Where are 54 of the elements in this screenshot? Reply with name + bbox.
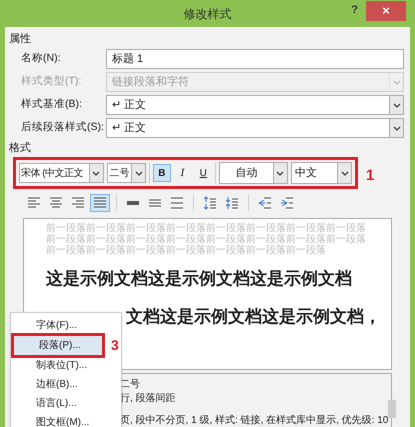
dropdown-button[interactable] [337,163,351,183]
step-number: 1 [366,166,374,186]
help-button[interactable]: ? [351,2,358,18]
field-label: 后续段落样式(S): [21,120,105,136]
align-center-icon [49,196,63,210]
bold-button[interactable]: B [152,164,171,182]
preview-sample-text: 文档这是示例文档这是示例文档， [126,306,381,328]
language-select[interactable]: 中文 [290,162,352,184]
dropdown-button[interactable] [389,119,403,137]
input-field[interactable]: ↵ 正文 [106,118,404,138]
step-number: 3 [111,336,119,355]
section-heading: 格式 [9,142,32,155]
justify-icon [93,196,107,210]
outdent-icon [258,196,272,210]
space-after-icon [225,196,239,210]
caret-icon [134,170,142,176]
field-label: 样式基准(B): [21,97,83,112]
dropdown-button[interactable] [88,164,103,182]
menu-item[interactable]: 段落(P)... [14,336,102,355]
input-field[interactable]: 标题 1 [106,49,404,69]
field-label: 名称(N): [21,51,62,66]
caret-icon [392,126,400,130]
dropdown-button[interactable] [389,96,403,114]
menu-item[interactable]: 边框(B)... [11,375,99,394]
size-select[interactable]: 二号 [106,163,146,183]
space-before-icon [203,196,217,210]
scrollbar-thumb[interactable] [388,400,396,418]
menu-item[interactable]: 语言(L)... [11,394,99,413]
close-button[interactable]: × [366,1,406,21]
font-select[interactable]: 宋体 (中文正文 [19,163,104,183]
italic-button[interactable]: I [174,164,192,182]
input-field[interactable]: ↵ 正文 [106,95,404,115]
menu-item[interactable]: 图文框(M)... [11,413,99,427]
double-icon [170,196,184,210]
color-select[interactable]: 自动 [219,162,288,184]
caret-icon [92,170,100,176]
dropdown-button[interactable] [131,164,145,182]
menu-item[interactable]: 制表位(T)... [11,356,99,375]
align-right-icon [71,196,85,210]
caret-icon [392,102,400,108]
menu-item[interactable]: 字体(F)... [11,316,99,335]
caret-icon [276,170,284,176]
indent-icon [280,196,294,210]
section-heading: 属性 [9,33,32,46]
preview-sample-text: 这是示例文档这是示例文档这是示例文档 [46,268,352,290]
align-left-icon [27,196,41,210]
field-label: 样式类型(T): [21,74,82,90]
justify-button[interactable] [90,194,110,212]
preview-previous-text: 前一段落前一段落前一段落前一段落前一段落前一段落前一段落前一段落前一段落前一段落前一段落前一段落前一段落前一段落前一段落前一段落前一段落前一段落前一段落前一段落前一段落前一段落前一段落 [46,223,367,256]
underline-button[interactable]: U [194,164,212,182]
dropdown-button[interactable] [272,163,287,183]
window-title: 修改样式 [184,6,232,22]
caret-icon [340,170,348,176]
caret-icon [392,80,400,84]
